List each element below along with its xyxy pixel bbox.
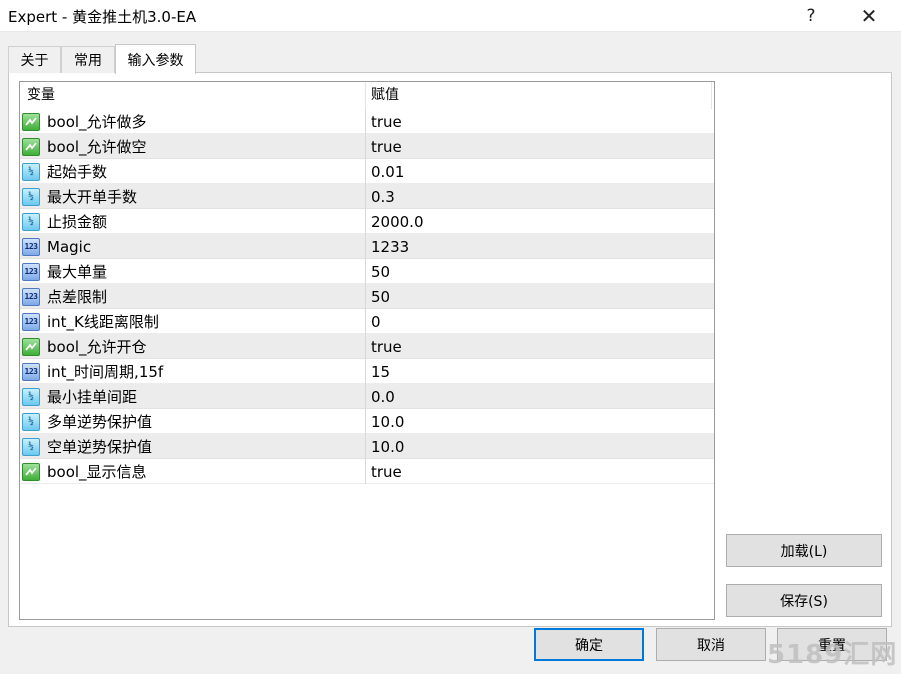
variable-cell: bool_允许开仓 bbox=[20, 334, 366, 359]
ok-button[interactable]: 确定 bbox=[534, 628, 644, 661]
variable-cell: 123 最大单量 bbox=[20, 259, 366, 284]
table-row[interactable]: ½ 最大开单手数 0.3 bbox=[20, 184, 714, 209]
variable-cell: ½ 多单逆势保护值 bbox=[20, 409, 366, 434]
variable-name: int_K线距离限制 bbox=[47, 313, 159, 331]
value-cell[interactable]: 0 bbox=[366, 309, 712, 334]
value-cell[interactable]: 10.0 bbox=[366, 409, 712, 434]
value-cell[interactable]: true bbox=[366, 334, 712, 359]
variable-cell: bool_允许做多 bbox=[20, 109, 366, 134]
table-row[interactable]: ½ 止损金额 2000.0 bbox=[20, 209, 714, 234]
value-cell[interactable]: 50 bbox=[366, 284, 712, 309]
title-bar: Expert - 黄金推土机3.0-EA ? ✕ bbox=[0, 0, 901, 32]
variable-name: bool_允许做空 bbox=[47, 138, 147, 156]
bool-icon bbox=[22, 112, 40, 131]
variable-name: 空单逆势保护值 bbox=[47, 438, 153, 456]
double-icon: ½ bbox=[22, 412, 40, 431]
variable-name: 最大单量 bbox=[47, 263, 108, 281]
int-icon: 123 bbox=[22, 287, 40, 306]
variable-name: 多单逆势保护值 bbox=[47, 413, 153, 431]
table-row[interactable]: 123 int_时间周期,15f 15 bbox=[20, 359, 714, 384]
variable-cell: 123 int_时间周期,15f bbox=[20, 359, 366, 384]
variable-cell: bool_显示信息 bbox=[20, 459, 366, 484]
watermark-text: 5189汇网 bbox=[767, 640, 898, 670]
variable-cell: 123 Magic bbox=[20, 234, 366, 259]
variable-cell: ½ 起始手数 bbox=[20, 159, 366, 184]
int-icon: 123 bbox=[22, 312, 40, 331]
variable-name: 最小挂单间距 bbox=[47, 388, 138, 406]
variable-cell: ½ 空单逆势保护值 bbox=[20, 434, 366, 459]
double-icon: ½ bbox=[22, 187, 40, 206]
column-header-variable[interactable]: 变量 bbox=[20, 82, 366, 109]
help-button[interactable]: ? bbox=[788, 0, 834, 32]
bool-icon bbox=[22, 462, 40, 481]
table-row[interactable]: ½ 多单逆势保护值 10.0 bbox=[20, 409, 714, 434]
cancel-button[interactable]: 取消 bbox=[656, 628, 766, 661]
column-header-value[interactable]: 赋值 bbox=[366, 82, 712, 109]
value-cell[interactable]: true bbox=[366, 459, 712, 484]
tab-common[interactable]: 常用 bbox=[61, 46, 115, 73]
variable-name: bool_允许做多 bbox=[47, 113, 147, 131]
window-title: Expert - 黄金推土机3.0-EA bbox=[8, 8, 197, 26]
variable-cell: 123 点差限制 bbox=[20, 284, 366, 309]
value-cell[interactable]: 50 bbox=[366, 259, 712, 284]
variable-cell: ½ 最小挂单间距 bbox=[20, 384, 366, 409]
value-cell[interactable]: 1233 bbox=[366, 234, 712, 259]
int-icon: 123 bbox=[22, 362, 40, 381]
grid-rows: bool_允许做多 true bool_允许做空 true ½ 起始手数 0.01 ½ 最大开单… bbox=[20, 109, 714, 484]
value-cell[interactable]: true bbox=[366, 134, 712, 159]
variable-cell: bool_允许做空 bbox=[20, 134, 366, 159]
table-row[interactable]: 123 点差限制 50 bbox=[20, 284, 714, 309]
load-button[interactable]: 加载(L) bbox=[726, 534, 882, 567]
int-icon: 123 bbox=[22, 237, 40, 256]
value-cell[interactable]: 2000.0 bbox=[366, 209, 712, 234]
variable-cell: ½ 止损金额 bbox=[20, 209, 366, 234]
tab-input-parameters[interactable]: 输入参数 bbox=[115, 44, 196, 74]
variable-name: 最大开单手数 bbox=[47, 188, 138, 206]
table-row[interactable]: 123 最大单量 50 bbox=[20, 259, 714, 284]
tab-about[interactable]: 关于 bbox=[8, 46, 61, 73]
value-cell[interactable]: true bbox=[366, 109, 712, 134]
double-icon: ½ bbox=[22, 212, 40, 231]
double-icon: ½ bbox=[22, 437, 40, 456]
variable-name: 止损金额 bbox=[47, 213, 108, 231]
bool-icon bbox=[22, 137, 40, 156]
variable-cell: 123 int_K线距离限制 bbox=[20, 309, 366, 334]
grid-header: 变量 赋值 bbox=[20, 82, 714, 109]
value-cell[interactable]: 0.3 bbox=[366, 184, 712, 209]
variable-name: 点差限制 bbox=[47, 288, 108, 306]
value-cell[interactable]: 0.0 bbox=[366, 384, 712, 409]
table-row[interactable]: ½ 最小挂单间距 0.0 bbox=[20, 384, 714, 409]
variable-name: bool_显示信息 bbox=[47, 463, 147, 481]
variable-name: Magic bbox=[47, 237, 92, 256]
table-row[interactable]: bool_显示信息 true bbox=[20, 459, 714, 484]
parameters-grid: 变量 赋值 bool_允许做多 true bool_允许做空 true ½ 起始手数 0.0… bbox=[19, 81, 715, 620]
table-row[interactable]: bool_允许做空 true bbox=[20, 134, 714, 159]
value-cell[interactable]: 0.01 bbox=[366, 159, 712, 184]
variable-name: 起始手数 bbox=[47, 163, 108, 181]
double-icon: ½ bbox=[22, 387, 40, 406]
table-row[interactable]: ½ 起始手数 0.01 bbox=[20, 159, 714, 184]
variable-cell: ½ 最大开单手数 bbox=[20, 184, 366, 209]
int-icon: 123 bbox=[22, 262, 40, 281]
value-cell[interactable]: 15 bbox=[366, 359, 712, 384]
table-row[interactable]: ½ 空单逆势保护值 10.0 bbox=[20, 434, 714, 459]
double-icon: ½ bbox=[22, 162, 40, 181]
value-cell[interactable]: 10.0 bbox=[366, 434, 712, 459]
variable-name: bool_允许开仓 bbox=[47, 338, 147, 356]
table-row[interactable]: bool_允许做多 true bbox=[20, 109, 714, 134]
close-button[interactable]: ✕ bbox=[846, 0, 892, 32]
bool-icon bbox=[22, 337, 40, 356]
table-row[interactable]: 123 int_K线距离限制 0 bbox=[20, 309, 714, 334]
variable-name: int_时间周期,15f bbox=[47, 363, 164, 381]
table-row[interactable]: bool_允许开仓 true bbox=[20, 334, 714, 359]
table-row[interactable]: 123 Magic 1233 bbox=[20, 234, 714, 259]
save-button[interactable]: 保存(S) bbox=[726, 584, 882, 617]
